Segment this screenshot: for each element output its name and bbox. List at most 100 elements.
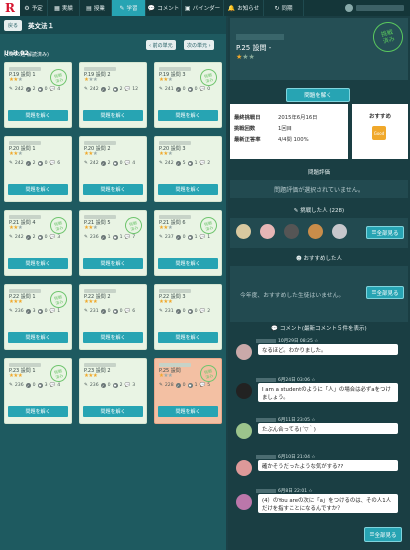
question-card[interactable]: P.20 設問 1 ★★★ ✎ 242 ✓ 2 ♥ 0 💬 6 問題を解く <box>4 136 72 202</box>
challenged-stamp-icon: 挑戦 済み <box>48 67 69 88</box>
comment-icon: 💬 <box>199 309 206 314</box>
nav-icon: ↻ <box>274 4 280 12</box>
comment-icon: 💬 <box>124 309 131 314</box>
commenter-avatar[interactable] <box>236 423 252 439</box>
card-meta: ✎ 236 ✓ 0 ♥ 2 💬 3 <box>84 383 136 388</box>
card-stars: ★★★ <box>84 299 98 305</box>
comment-item: 10月29日 08:25 ☆ なるほど。わかりました。 <box>228 338 410 372</box>
comment-text: 確かそうだったような気がする?? <box>258 460 398 471</box>
solve-button[interactable]: 問題を解く <box>83 406 143 417</box>
question-card[interactable]: P.19 設問 2 ★★★ ✎ 242 ✓ 2 ♥ 2 💬 12 問題を解く <box>79 62 147 128</box>
solve-button[interactable]: 問題を解く <box>158 258 218 269</box>
question-card[interactable]: P.19 設問 1 ★★★ 挑戦 済み ✎ 242 ✓ 2 ♥ 0 💬 4 問題を解く <box>4 62 72 128</box>
nav-item-7[interactable]: ↻ 同期 <box>264 0 304 16</box>
solve-button[interactable]: 問題を解く <box>83 110 143 121</box>
question-subject <box>236 34 284 40</box>
pencil-icon: ✎ <box>9 383 13 388</box>
user-avatar[interactable] <box>345 4 353 12</box>
nav-item-5[interactable]: ▣ バインダー <box>182 0 224 16</box>
nav-item-4[interactable]: 💬 コメント <box>146 0 182 16</box>
solve-button[interactable]: 問題を解く <box>158 110 218 121</box>
question-card[interactable]: P.25 設問 ★★★ 挑戦 済み ✎ 228 ✓ 0 ♥ 1 💬 5 問題を解く <box>154 358 222 424</box>
top-nav-bar: R ⚙ 予定 ▦ 実績 ▤ 授業 ✎ 学習 💬 コメント ▣ バインダー 🔔 お知らせ ↻ 同期 <box>0 0 410 16</box>
detail-panel: P.25 設問 - ★★★ 挑戦 済み 問題を解く 最終挑戦日 2015年6月16… <box>228 16 410 550</box>
question-card[interactable]: P.21 設問 4 ★★★ 挑戦 済み ✎ 242 ✓ 2 ♥ 0 💬 3 問題を解く <box>4 210 72 276</box>
see-all-comments-button[interactable]: ☰ 全部見る <box>364 527 402 542</box>
commenter-avatar[interactable] <box>236 460 252 476</box>
card-stars: ★★★ <box>159 225 173 231</box>
question-card[interactable]: P.21 設問 5 ★★★ 挑戦 済み ✎ 236 ✓ 1 ♥ 1 💬 7 問題を解く <box>79 210 147 276</box>
question-card[interactable]: P.21 設問 6 ★★★ 挑戦 済み ✎ 237 ✓ 0 ♥ 1 💬 1 問題を解く <box>154 210 222 276</box>
question-card[interactable]: P.22 設問 3 ★★★ ✎ 231 ✓ 0 ♥ 0 💬 2 問題を解く <box>154 284 222 350</box>
card-stars: ★★★ <box>84 77 98 83</box>
solve-button[interactable]: 問題を解く <box>83 332 143 343</box>
card-meta: ✎ 228 ✓ 0 ♥ 1 💬 5 <box>159 383 211 388</box>
nav-item-6[interactable]: 🔔 お知らせ <box>224 0 264 16</box>
nav-item-1[interactable]: ▦ 実績 <box>48 0 80 16</box>
comment-icon: 💬 <box>199 235 206 240</box>
nav-item-2[interactable]: ▤ 授業 <box>80 0 112 16</box>
question-card[interactable]: P.22 設問 2 ★★★ ✎ 231 ✓ 0 ♥ 0 💬 6 問題を解く <box>79 284 147 350</box>
question-card[interactable]: P.23 設問 1 ★★★ 挑戦 済み ✎ 236 ✓ 0 ♥ 3 💬 4 問題を解く <box>4 358 72 424</box>
card-meta: ✎ 242 ✓ 2 ♥ 0 💬 4 <box>9 87 61 92</box>
card-meta: ✎ 241 ✓ 0 ♥ 0 💬 0 <box>159 87 211 92</box>
challenged-stamp-icon: 挑戦 済み <box>198 215 219 236</box>
recommenders-heading: ☻ おすすめした人 <box>296 256 342 262</box>
pencil-icon: ✎ <box>9 235 13 240</box>
commenter-avatar[interactable] <box>236 383 252 399</box>
solve-button[interactable]: 問題を解く <box>158 332 218 343</box>
solve-button[interactable]: 問題を解く <box>158 184 218 195</box>
comment-icon: 💬 <box>124 383 131 388</box>
nav-item-0[interactable]: ⚙ 予定 <box>20 0 48 16</box>
comment-text: なるほど。わかりました。 <box>258 344 398 355</box>
pencil-icon: ✎ <box>9 309 13 314</box>
card-stars: ★★★ <box>9 225 23 231</box>
solve-button[interactable]: 問題を解く <box>83 258 143 269</box>
nav-icon: ▤ <box>86 4 92 12</box>
card-meta: ✎ 242 ✓ 2 ♥ 2 💬 12 <box>84 87 139 92</box>
back-button[interactable]: 戻る <box>4 19 23 31</box>
commenter-avatar[interactable] <box>236 494 252 510</box>
unit-panel: 戻る 英文法１ Unit 02 (15/15題 解読済み) ‹ 前の単元 次の単… <box>0 16 226 550</box>
solve-button[interactable]: 問題を解く <box>8 332 68 343</box>
pencil-icon: ✎ <box>159 235 163 240</box>
challenged-stamp-icon: 挑戦 済み <box>198 67 219 88</box>
comment-icon: 💬 <box>49 235 56 240</box>
solve-button[interactable]: 問題を解く <box>8 184 68 195</box>
user-name[interactable] <box>356 5 404 11</box>
next-unit-button[interactable]: 次の単元 › <box>184 40 214 50</box>
card-stars: ★★★ <box>159 77 173 83</box>
see-all-recommenders-button[interactable]: ☰ 全部見る <box>366 286 404 299</box>
card-stars: ★★★ <box>9 151 23 157</box>
question-card[interactable]: P.19 設問 3 ★★★ 挑戦 済み ✎ 241 ✓ 0 ♥ 0 💬 0 問題を解く <box>154 62 222 128</box>
recommend-box: おすすめ Good <box>352 104 408 159</box>
card-meta: ✎ 237 ✓ 0 ♥ 1 💬 1 <box>159 235 211 240</box>
app-logo[interactable]: R <box>0 0 20 16</box>
good-icon[interactable]: Good <box>372 126 386 140</box>
nav-item-3[interactable]: ✎ 学習 <box>112 0 146 16</box>
see-all-challengers-button[interactable]: ☰ 全部見る <box>366 226 404 239</box>
question-card[interactable]: P.20 設問 3 ★★★ ✎ 242 ✓ 5 ♥ 1 💬 2 問題を解く <box>154 136 222 202</box>
solve-button[interactable]: 問題を解く <box>158 406 218 417</box>
card-stars: ★★★ <box>159 151 173 157</box>
challenged-stamp-icon: 挑戦 済み <box>198 363 219 384</box>
commenter-avatar[interactable] <box>236 344 252 360</box>
solve-button[interactable]: 問題を解く <box>8 110 68 121</box>
prev-unit-button[interactable]: ‹ 前の単元 <box>146 40 176 50</box>
question-header: P.25 設問 - ★★★ 挑戦 済み <box>230 18 408 80</box>
question-card[interactable]: P.20 設問 2 ★★★ ✎ 242 ✓ 2 ♥ 0 💬 4 問題を解く <box>79 136 147 202</box>
comment-item: 6月10日 21:04 ☆ 確かそうだったような気がする?? <box>228 454 410 488</box>
question-card[interactable]: P.22 設問 1 ★★★ 挑戦 済み ✎ 236 ✓ 3 ♥ 0 💬 1 問題を解く <box>4 284 72 350</box>
solve-button[interactable]: 問題を解く <box>8 406 68 417</box>
pencil-icon: ✎ <box>84 309 88 314</box>
comment-text: たぶん合ってる(´▽｀) <box>258 423 398 434</box>
card-stars: ★★★ <box>9 373 23 379</box>
solve-button[interactable]: 問題を解く <box>8 258 68 269</box>
solve-question-button[interactable]: 問題を解く <box>286 88 350 102</box>
comments-heading: 💬 コメント(最新コメント５件を表示) <box>271 326 367 332</box>
comment-text: (4）のYou areの次に「a」をつけるのは、その人1人だけを指すことになるん… <box>258 494 398 513</box>
solve-button[interactable]: 問題を解く <box>83 184 143 195</box>
question-card[interactable]: P.23 設問 2 ★★★ ✎ 236 ✓ 0 ♥ 2 💬 3 問題を解く <box>79 358 147 424</box>
card-stars: ★★★ <box>159 373 173 379</box>
pencil-icon: ✎ <box>84 87 88 92</box>
